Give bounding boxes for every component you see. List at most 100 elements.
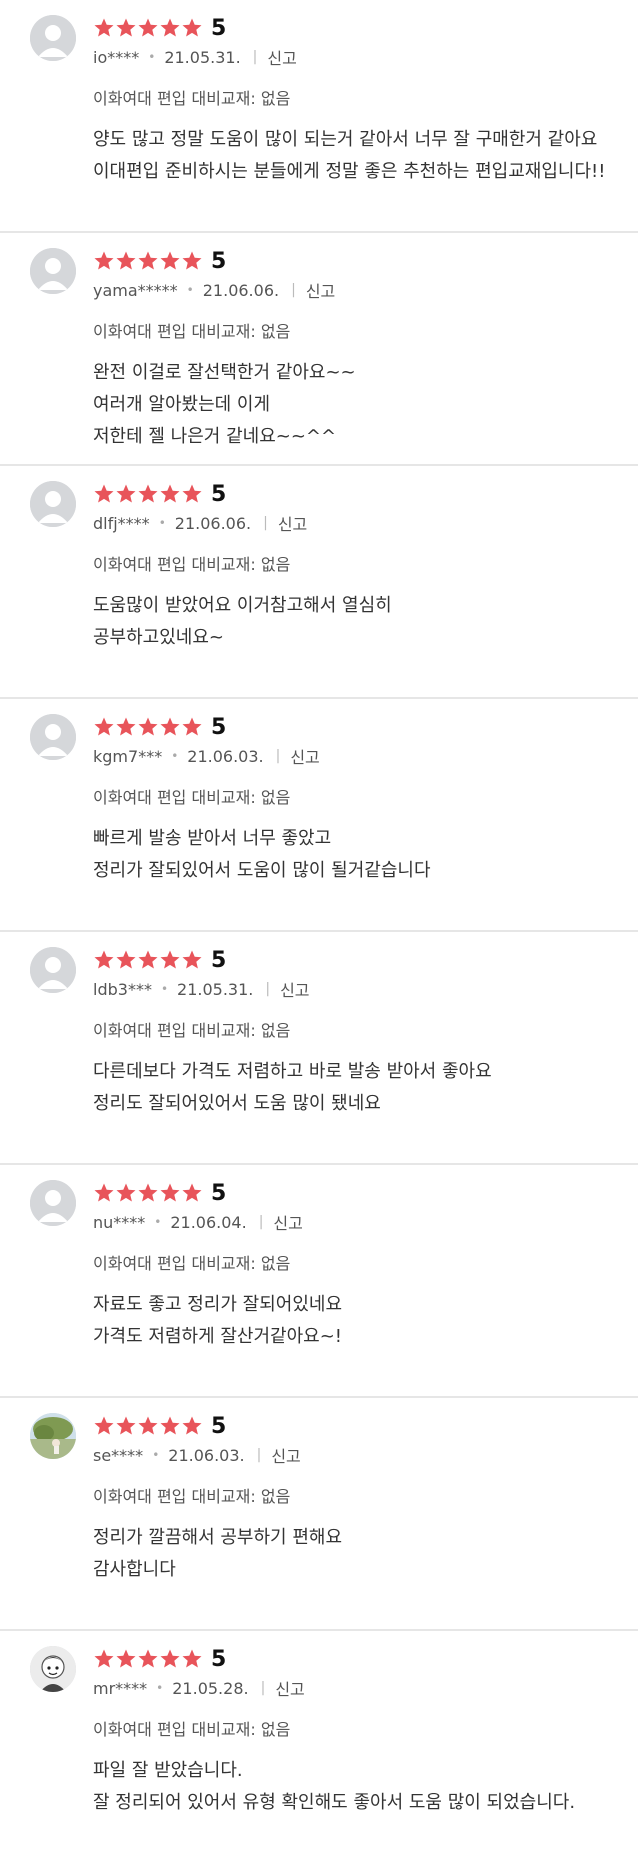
avatar (30, 1413, 76, 1459)
star-icon (160, 1416, 180, 1435)
review-item: 5 nu**** • 21.06.04. | 신고 이화여대 편입 대비교재: 없음 자료도 … (0, 1165, 638, 1398)
reviewer-id: se**** (93, 1445, 144, 1465)
report-button[interactable]: 신고 (267, 45, 296, 69)
report-button[interactable]: 신고 (280, 977, 309, 1001)
separator-bar: | (275, 748, 281, 764)
rating-score: 5 (211, 1413, 227, 1439)
star-icon (94, 1649, 114, 1668)
default-user-icon (30, 15, 76, 61)
star-icon (138, 484, 158, 503)
review-text-line: 도움많이 받았어요 이거참고해서 열심히 (93, 595, 392, 616)
review-text-line: 잘 정리되어 있어서 유형 확인해도 좋아서 도움 많이 되었습니다. (93, 1792, 576, 1813)
review-meta: kgm7*** • 21.06.03. | 신고 (93, 744, 320, 768)
separator-bar: | (252, 49, 258, 65)
star-icon (116, 484, 136, 503)
review-text: 다른데보다 가격도 저렴하고 바로 발송 받아서 좋아요 정리도 잘되어있어서 도… (93, 1056, 633, 1120)
review-date: 21.05.28. (172, 1678, 249, 1698)
review-date: 21.05.31. (177, 979, 254, 999)
star-icon (182, 484, 202, 503)
avatar (30, 248, 76, 294)
default-user-icon (30, 481, 76, 527)
avatar (30, 481, 76, 527)
separator-dot: • (158, 516, 166, 530)
review-text-line: 정리가 깔끔해서 공부하기 편해요 (93, 1527, 343, 1548)
rating-score: 5 (211, 481, 227, 507)
star-icon (182, 717, 202, 736)
separator-dot: • (160, 982, 169, 996)
report-button[interactable]: 신고 (275, 1676, 304, 1700)
star-icon (160, 484, 180, 503)
star-rating: 5 (93, 713, 226, 741)
review-text: 빠르게 발송 받아서 너무 좋았고정리가 잘되있어서 도움이 많이 될거같습니다 (93, 823, 633, 887)
star-icon (94, 950, 114, 969)
review-item: 5 io**** • 21.05.31. | 신고 이화여대 편입 대비교재: 없음 양도 많… (0, 0, 638, 233)
character-photo-icon (30, 1646, 76, 1692)
separator-bar: | (256, 1447, 262, 1463)
review-text-line: 파일 잘 받았습니다. (93, 1760, 243, 1781)
separator-bar: | (263, 515, 268, 531)
review-text-line: 가격도 저렴하게 잘산거같아요~! (93, 1326, 343, 1347)
star-rating: 5 (93, 14, 226, 42)
review-meta: mr**** • 21.05.28. | 신고 (93, 1676, 305, 1700)
report-button[interactable]: 신고 (278, 511, 307, 535)
star-rating: 5 (93, 1645, 226, 1673)
review-date: 21.06.06. (174, 513, 252, 533)
rating-score: 5 (211, 248, 227, 274)
report-button[interactable]: 신고 (273, 1210, 302, 1234)
review-meta: dlfj**** • 21.06.06. | 신고 (93, 511, 307, 535)
review-text-line: 빠르게 발송 받아서 너무 좋았고 (93, 828, 332, 849)
review-meta: ldb3*** • 21.05.31. | 신고 (93, 977, 310, 1001)
separator-dot: • (186, 283, 194, 297)
purchase-option: 이화여대 편입 대비교재: 없음 (93, 555, 291, 574)
star-icon (160, 717, 180, 736)
star-icon (116, 251, 136, 270)
review-text-line: 감사합니다 (93, 1559, 176, 1580)
review-text-line: 완전 이걸로 잘선택한거 같아요~~ (93, 362, 356, 383)
rating-score: 5 (211, 714, 227, 740)
star-icon (116, 950, 136, 969)
star-icon (94, 717, 114, 736)
default-user-icon (30, 1180, 76, 1226)
landscape-photo-icon (30, 1413, 76, 1459)
review-date: 21.06.06. (202, 280, 280, 300)
star-rating: 5 (93, 480, 226, 508)
report-button[interactable]: 신고 (271, 1443, 300, 1467)
star-icon (182, 1183, 202, 1202)
purchase-option: 이화여대 편입 대비교재: 없음 (93, 788, 291, 807)
separator-bar: | (258, 1214, 264, 1230)
review-text: 자료도 좋고 정리가 잘되어있네요가격도 저렴하게 잘산거같아요~! (93, 1289, 633, 1353)
star-icon (160, 1649, 180, 1668)
review-item: 5 se**** • 21.06.03. | 신고 이화여대 편입 대비교재: 없음 정리가 … (0, 1398, 638, 1631)
report-button[interactable]: 신고 (306, 278, 335, 302)
review-date: 21.06.04. (170, 1212, 247, 1232)
reviewer-id: dlfj**** (93, 513, 150, 533)
review-meta: io**** • 21.05.31. | 신고 (93, 45, 297, 69)
star-icon (160, 251, 180, 270)
star-icon (138, 717, 158, 736)
star-icon (160, 1183, 180, 1202)
review-text: 양도 많고 정말 도움이 많이 되는거 같아서 너무 잘 구매한거 같아요 이대편… (93, 124, 633, 188)
reviewer-id: io**** (93, 47, 140, 67)
review-item: 5 yama***** • 21.06.06. | 신고 이화여대 편입 대비교재: 없음 완… (0, 233, 638, 466)
star-icon (116, 1183, 136, 1202)
review-text: 파일 잘 받았습니다. 잘 정리되어 있어서 유형 확인해도 좋아서 도움 많이 … (93, 1755, 633, 1819)
review-text-line: 정리가 잘되있어서 도움이 많이 될거같습니다 (93, 860, 431, 881)
separator-bar: | (291, 282, 296, 298)
review-meta: nu**** • 21.06.04. | 신고 (93, 1210, 303, 1234)
review-date: 21.06.03. (187, 746, 264, 766)
star-icon (94, 251, 114, 270)
report-button[interactable]: 신고 (290, 744, 319, 768)
star-rating: 5 (93, 247, 226, 275)
reviewer-id: kgm7*** (93, 746, 163, 766)
separator-bar: | (265, 981, 271, 997)
rating-score: 5 (211, 15, 227, 41)
star-icon (138, 950, 158, 969)
star-rating: 5 (93, 946, 226, 974)
avatar (30, 1646, 76, 1692)
review-text-line: 자료도 좋고 정리가 잘되어있네요 (93, 1294, 343, 1315)
review-date: 21.05.31. (164, 47, 241, 67)
review-meta: yama***** • 21.06.06. | 신고 (93, 278, 335, 302)
star-rating: 5 (93, 1179, 226, 1207)
star-icon (138, 18, 158, 37)
star-icon (182, 18, 202, 37)
